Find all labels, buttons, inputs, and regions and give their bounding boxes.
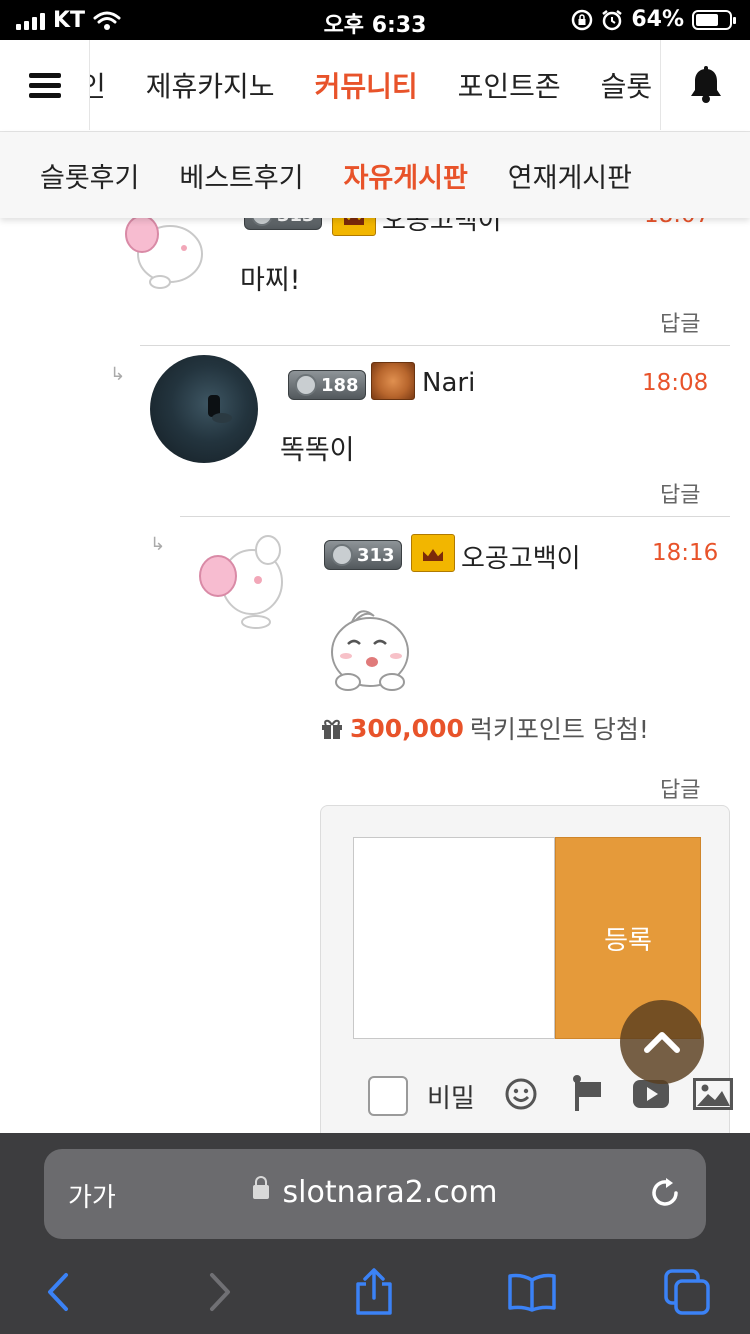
nav-item-point-zone[interactable]: 포인트존	[458, 65, 561, 105]
reload-icon[interactable]	[648, 1175, 682, 1211]
reply-button[interactable]: 답글	[660, 772, 700, 804]
nav-item-slot[interactable]: 슬롯	[601, 65, 653, 105]
nav-scroll[interactable]: 인 제휴카지노 커뮤니티 포인트존 슬롯	[90, 40, 660, 130]
status-bar: KT 오후 6:33 64%	[0, 0, 750, 40]
bookmarks-button[interactable]	[502, 1267, 562, 1317]
tabs-button[interactable]	[658, 1267, 718, 1317]
comment-text: 똑똑이	[280, 435, 355, 466]
comment-time: 18:08	[642, 370, 709, 396]
crown-badge-icon	[332, 218, 376, 236]
reply-button[interactable]: 답글	[660, 477, 700, 509]
menu-button[interactable]	[0, 40, 90, 130]
comment-nickname[interactable]: Nari	[422, 368, 475, 398]
bell-icon	[690, 66, 721, 103]
nav-item-partial[interactable]: 인	[90, 65, 106, 105]
gift-icon	[322, 719, 342, 739]
image-button[interactable]	[693, 1074, 733, 1114]
level-number: 188	[321, 374, 359, 396]
bunny-avatar	[199, 535, 283, 629]
tab-slot-review[interactable]: 슬롯후기	[40, 156, 139, 195]
comment-divider	[140, 345, 730, 346]
lucky-point-notice: 300,000 럭키포인트 당첨!	[320, 710, 649, 746]
comment-time: 18:07	[644, 218, 710, 228]
comment-text: 마찌!	[240, 265, 301, 296]
flag-button[interactable]	[567, 1074, 607, 1114]
level-emblem-icon	[331, 544, 353, 566]
tab-free-board[interactable]: 자유게시판	[344, 156, 468, 195]
book-icon	[508, 1273, 556, 1312]
url-display[interactable]: slotnara2.com	[44, 1175, 706, 1210]
comment-nickname[interactable]: 오공고백이	[382, 218, 502, 237]
status-right: 64%	[571, 7, 736, 32]
top-nav: 인 제휴카지노 커뮤니티 포인트존 슬롯	[0, 40, 750, 132]
chevron-up-icon	[644, 1032, 680, 1053]
emoji-button[interactable]	[501, 1074, 541, 1114]
level-emblem-icon	[295, 374, 317, 396]
secret-label: 비밀	[427, 1084, 475, 1114]
browser-toolbar: 가가 slotnara2.com	[0, 1133, 750, 1334]
address-bar[interactable]: 가가 slotnara2.com	[44, 1149, 706, 1239]
tab-best-review[interactable]: 베스트후기	[179, 156, 303, 195]
reply-button[interactable]: 답글	[660, 306, 700, 338]
lucky-point-text: 럭키포인트 당첨!	[469, 715, 649, 744]
reply-arrow-icon: ↳	[110, 364, 126, 385]
reply-form: 등록 비밀	[320, 805, 733, 1133]
emoticon-sticker	[331, 610, 409, 691]
comment-nickname[interactable]: 오공고백이	[461, 538, 581, 575]
share-icon	[356, 1268, 392, 1315]
secret-checkbox[interactable]	[368, 1076, 408, 1116]
rotation-lock-icon	[572, 9, 593, 30]
level-badge: 313	[244, 218, 322, 230]
lucky-point-amount: 300,000	[350, 713, 464, 743]
scroll-top-button[interactable]	[620, 1000, 704, 1084]
tabs-icon	[664, 1269, 710, 1315]
notification-button[interactable]	[660, 40, 750, 130]
alarm-icon	[602, 9, 623, 30]
battery-percent: 64%	[631, 7, 684, 32]
user-photo-avatar	[150, 355, 258, 463]
url-text: slotnara2.com	[282, 1175, 498, 1210]
image-icon	[693, 1078, 733, 1110]
comment-divider	[180, 516, 730, 517]
level-badge: 313	[324, 540, 402, 570]
flag-icon	[573, 1075, 601, 1111]
sub-nav: 슬롯후기 베스트후기 자유게시판 연재게시판	[0, 132, 750, 218]
back-button[interactable]	[28, 1267, 88, 1317]
reply-arrow-icon: ↳	[150, 534, 166, 555]
forward-button[interactable]	[190, 1267, 250, 1317]
hamburger-icon	[28, 68, 61, 103]
share-button[interactable]	[344, 1267, 404, 1317]
chevron-right-icon	[210, 1273, 230, 1311]
bunny-avatar	[125, 218, 203, 289]
battery-icon	[692, 9, 736, 30]
crown-badge-icon	[411, 534, 455, 572]
comment-textarea[interactable]	[353, 837, 555, 1039]
nav-item-partner-casino[interactable]: 제휴카지노	[146, 65, 275, 105]
coin-badge-icon	[371, 362, 415, 400]
level-badge: 188	[288, 370, 366, 400]
comment-list: 313 오공고백이 18:07 마찌! 답글 ↳ 188 Nari 18:08 …	[0, 218, 750, 1133]
nav-item-community[interactable]: 커뮤니티	[315, 65, 418, 105]
smiley-icon	[505, 1078, 537, 1110]
level-number: 313	[357, 544, 395, 566]
level-number: 313	[277, 218, 315, 226]
level-emblem-icon	[251, 218, 273, 226]
comment-time: 18:16	[652, 540, 719, 566]
chevron-left-icon	[48, 1273, 68, 1311]
lock-icon	[252, 1175, 269, 1199]
tab-serial-board[interactable]: 연재게시판	[508, 156, 632, 195]
